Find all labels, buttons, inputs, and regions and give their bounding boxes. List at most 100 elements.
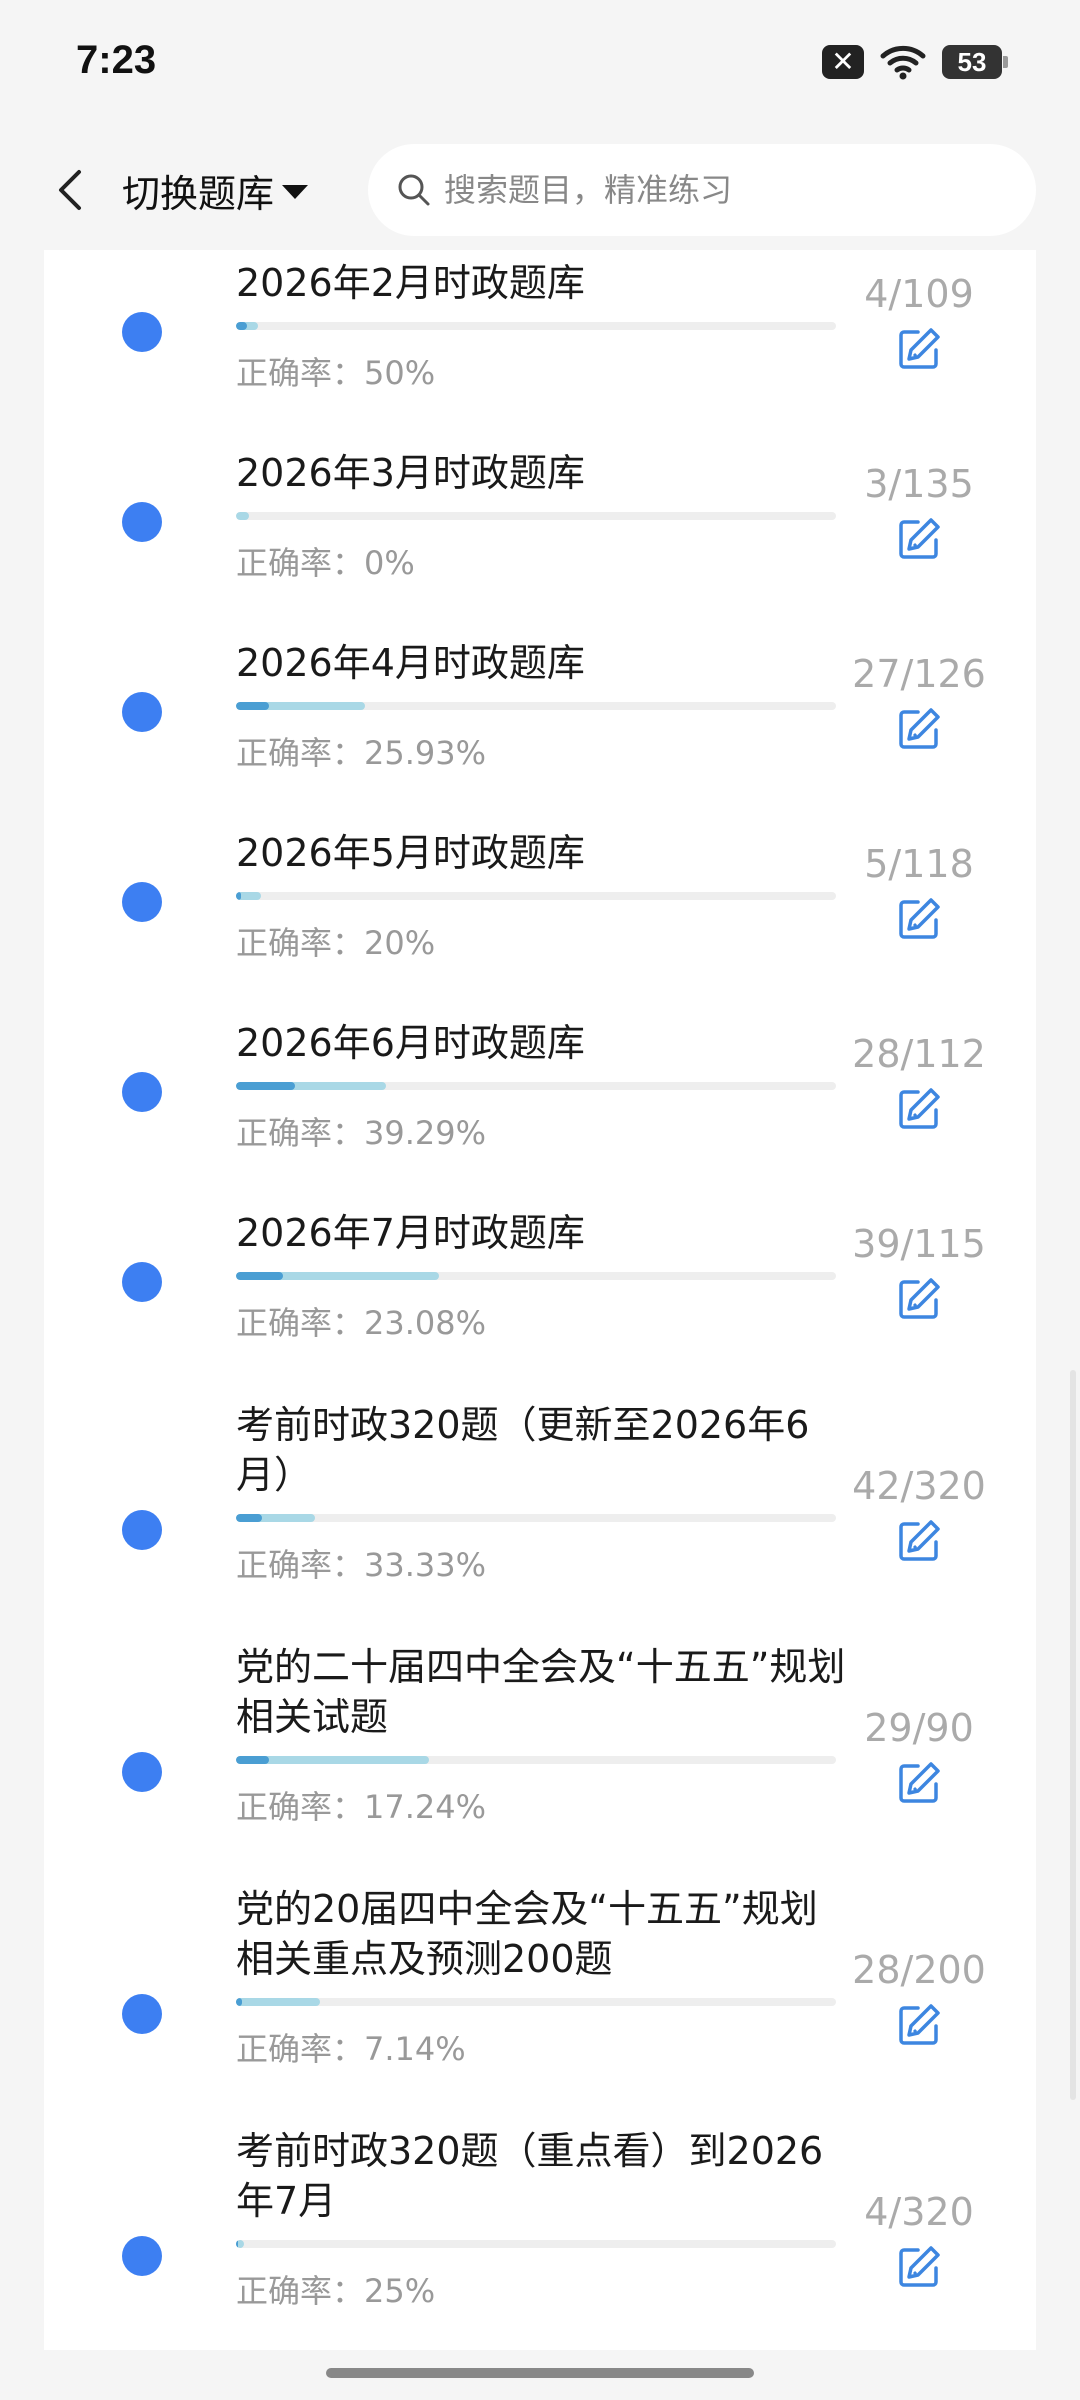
progress-answered-fill [236,1998,320,2006]
progress-count: 39/115 [852,1222,986,1266]
progress-bar [236,512,836,520]
progress-count: 3/135 [864,462,974,506]
list-item[interactable]: 党的二十届四中全会及“十五五”规划相关试题正确率：17.24% 29/90 [44,1632,1036,1874]
status-dot [122,1510,162,1550]
status-dot [122,1262,162,1302]
accuracy-label: 正确率：39.29% [236,1114,487,1152]
progress-correct-fill [236,702,270,710]
header: 切换题库 [0,130,1080,250]
status-dot [122,312,162,352]
battery-icon: 53 [942,45,1008,79]
accuracy-label: 正确率：33.33% [236,1546,487,1584]
list-item[interactable]: 考前时政320题（更新至2026年6月） 正确率：33.33% 42/320 [44,1390,1036,1632]
progress-bar [236,1756,836,1764]
list-item[interactable]: 2026年7月时政题库正确率：23.08% 39/115 [44,1200,1036,1390]
progress-correct-fill [236,892,242,900]
progress-correct-fill [236,1082,295,1090]
edit-icon[interactable] [896,1518,942,1564]
progress-bar [236,1998,836,2006]
progress-correct-fill [236,1514,263,1522]
status-dot [122,502,162,542]
status-dot [122,882,162,922]
back-button[interactable] [40,160,100,220]
accuracy-label: 正确率：23.08% [236,1304,487,1342]
edit-icon[interactable] [896,2002,942,2048]
list-item[interactable]: 2026年4月时政题库正确率：25.93% 27/126 [44,630,1036,820]
progress-count: 27/126 [852,652,986,696]
edit-icon[interactable] [896,326,942,372]
list-item[interactable]: 党的20届四中全会及“十五五”规划相关重点及预测200题正确率：7.14% 28/… [44,1874,1036,2116]
status-time: 7:23 [76,38,157,82]
progress-bar [236,1272,836,1280]
progress-correct-fill [236,322,247,330]
progress-correct-fill [236,1756,270,1764]
accuracy-label: 正确率：50% [236,354,436,392]
accuracy-label: 正确率：17.24% [236,1788,487,1826]
accuracy-label: 正确率：0% [236,544,415,582]
edit-icon[interactable] [896,1760,942,1806]
progress-correct-fill [236,2240,238,2248]
progress-correct-fill [236,1272,283,1280]
list-item[interactable]: 2026年6月时政题库正确率：39.29% 28/112 [44,1010,1036,1200]
progress-count: 4/320 [864,2190,974,2234]
home-indicator[interactable] [326,2368,754,2378]
scrollbar[interactable] [1070,1370,1076,2100]
edit-icon[interactable] [896,1086,942,1132]
edit-icon[interactable] [896,516,942,562]
status-dot [122,1752,162,1792]
item-title: 2026年2月时政题库 [236,261,585,305]
list-item[interactable]: 2026年2月时政题库正确率：50% 4/109 [44,250,1036,440]
progress-correct-fill [236,1998,242,2006]
status-icons: ✕ 53 [822,44,1008,80]
switch-bank-dropdown[interactable]: 切换题库 [122,160,309,220]
item-title: 2026年6月时政题库 [236,1021,585,1065]
progress-count: 28/112 [852,1032,986,1076]
accuracy-label: 正确率：7.14% [236,2030,466,2068]
progress-bar [236,702,836,710]
wifi-icon [880,45,926,80]
item-title: 党的二十届四中全会及“十五五”规划相关试题 [236,1645,846,1739]
accuracy-label: 正确率：25.93% [236,734,487,772]
x-close-icon: ✕ [822,45,864,79]
item-title: 党的20届四中全会及“十五五”规划相关重点及预测200题 [236,1887,818,1981]
caret-down-icon [282,185,309,199]
edit-icon[interactable] [896,896,942,942]
progress-bar [236,892,836,900]
edit-icon[interactable] [896,706,942,752]
question-bank-list: 2026年2月时政题库正确率：50% 4/109 2026年3月时政题库正确率：0%… [44,250,1036,2350]
battery-level: 53 [957,46,987,77]
item-title: 2026年5月时政题库 [236,831,585,875]
progress-count: 29/90 [864,1706,974,1750]
status-dot [122,692,162,732]
progress-count: 5/118 [864,842,974,886]
edit-icon[interactable] [896,2244,942,2290]
progress-bar [236,2240,836,2248]
status-dot [122,2236,162,2276]
status-dot [122,1072,162,1112]
status-bar: 7:23 ✕ 53 [0,0,1080,130]
progress-bar [236,1514,836,1522]
search-icon [398,174,430,206]
item-title: 2026年4月时政题库 [236,641,585,685]
status-dot [122,1994,162,2034]
switch-bank-label: 切换题库 [122,171,275,216]
search-box[interactable] [368,144,1036,236]
progress-bar [236,1082,836,1090]
progress-count: 28/200 [852,1948,986,1992]
accuracy-label: 正确率：25% [236,2272,436,2310]
accuracy-label: 正确率：20% [236,924,436,962]
progress-count: 42/320 [852,1464,986,1508]
item-title: 2026年7月时政题库 [236,1211,585,1255]
progress-answered-fill [236,512,250,520]
list-item[interactable]: 考前时政320题（重点看）到2026年7月正确率：25% 4/320 [44,2116,1036,2358]
item-title: 考前时政320题（重点看）到2026年7月 [236,2129,824,2223]
search-input[interactable] [442,170,986,210]
item-title: 2026年3月时政题库 [236,451,585,495]
list-item[interactable]: 2026年5月时政题库正确率：20% 5/118 [44,820,1036,1010]
progress-bar [236,322,836,330]
progress-count: 4/109 [864,272,974,316]
chevron-left-icon [59,170,81,210]
edit-icon[interactable] [896,1276,942,1322]
list-item[interactable]: 2026年3月时政题库正确率：0% 3/135 [44,440,1036,630]
item-title: 考前时政320题（更新至2026年6月） [236,1403,810,1497]
